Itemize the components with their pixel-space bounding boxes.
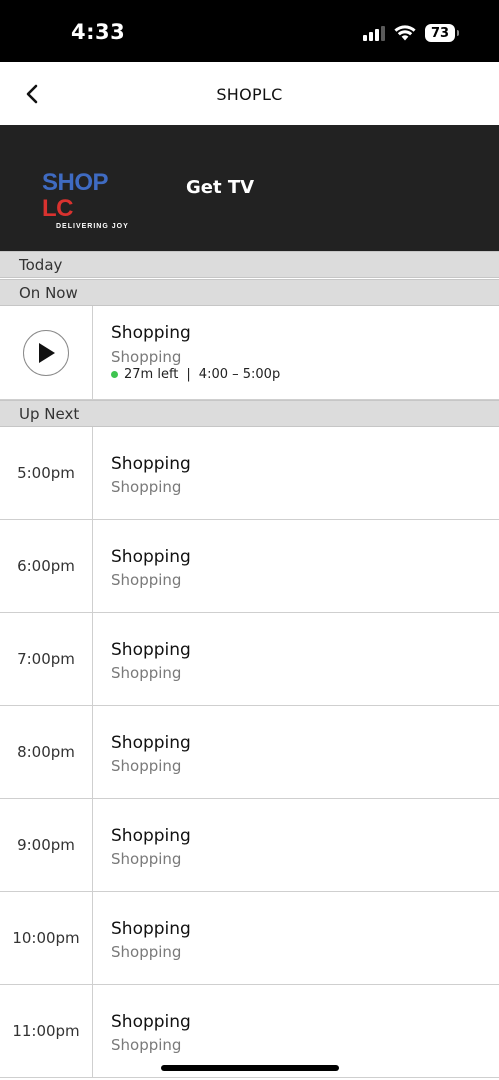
schedule-row[interactable]: 6:00pm Shopping Shopping — [0, 520, 499, 613]
meta-separator: | — [186, 367, 191, 382]
schedule-time: 8:00pm — [17, 743, 75, 761]
nav-bar: SHOPLC — [0, 62, 499, 125]
battery-icon: 73 — [425, 24, 459, 42]
schedule-time: 9:00pm — [17, 836, 75, 854]
program-subtitle: Shopping — [111, 571, 182, 589]
program-title: Shopping — [111, 547, 191, 567]
schedule-row[interactable]: 10:00pm Shopping Shopping — [0, 892, 499, 985]
program-title: Shopping — [111, 323, 191, 343]
section-header-today: Today — [0, 251, 499, 278]
program-subtitle: Shopping — [111, 757, 182, 775]
program-title: Shopping — [111, 919, 191, 939]
schedule-row[interactable]: 9:00pm Shopping Shopping — [0, 799, 499, 892]
program-subtitle: Shopping — [111, 664, 182, 682]
program-meta: 27m left | 4:00 – 5:00p — [111, 367, 280, 382]
cellular-signal-icon — [363, 25, 385, 41]
status-time: 4:33 — [71, 20, 126, 44]
section-header-on-now: On Now — [0, 279, 499, 306]
on-now-row[interactable]: Shopping Shopping 27m left | 4:00 – 5:00… — [0, 306, 499, 400]
status-bar: 4:33 73 — [0, 0, 499, 62]
live-indicator-icon — [111, 371, 118, 378]
schedule-row[interactable]: 5:00pm Shopping Shopping — [0, 427, 499, 520]
schedule-time: 11:00pm — [12, 1022, 80, 1040]
page-title: SHOPLC — [216, 85, 283, 104]
status-icons: 73 — [363, 22, 459, 44]
battery-level: 73 — [430, 25, 450, 41]
schedule-time: 10:00pm — [12, 929, 80, 947]
time-range: 4:00 – 5:00p — [198, 367, 281, 382]
channel-logo: SHOP LC DELIVERING JOY — [42, 169, 129, 231]
schedule-row[interactable]: 8:00pm Shopping Shopping — [0, 706, 499, 799]
play-button[interactable] — [23, 329, 69, 376]
program-title: Shopping — [111, 1012, 191, 1032]
get-tv-button[interactable]: Get TV — [186, 177, 254, 198]
program-subtitle: Shopping — [111, 850, 182, 868]
home-indicator[interactable] — [161, 1065, 339, 1071]
program-subtitle: Shopping — [111, 1036, 182, 1054]
schedule-row[interactable]: 7:00pm Shopping Shopping — [0, 613, 499, 706]
program-title: Shopping — [111, 733, 191, 753]
wifi-icon — [394, 25, 416, 41]
program-subtitle: Shopping — [111, 943, 182, 961]
section-header-up-next: Up Next — [0, 400, 499, 427]
program-subtitle: Shopping — [111, 348, 182, 366]
program-subtitle: Shopping — [111, 478, 182, 496]
play-cell[interactable] — [0, 306, 93, 399]
schedule-time: 7:00pm — [17, 650, 75, 668]
time-left: 27m left — [124, 367, 179, 382]
schedule-time: 5:00pm — [17, 464, 75, 482]
play-icon — [39, 342, 55, 363]
schedule-time: 6:00pm — [17, 557, 75, 575]
program-title: Shopping — [111, 826, 191, 846]
program-title: Shopping — [111, 454, 191, 474]
program-title: Shopping — [111, 640, 191, 660]
